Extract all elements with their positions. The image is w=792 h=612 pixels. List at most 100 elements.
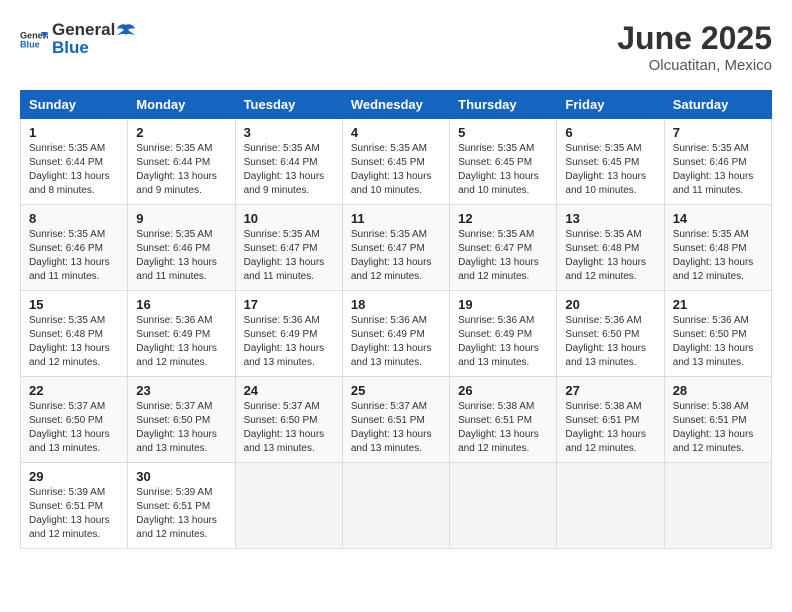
calendar-week-row: 29 Sunrise: 5:39 AMSunset: 6:51 PMDaylig… [21, 463, 772, 549]
logo-text-general: General [52, 20, 115, 40]
day-number: 17 [244, 297, 334, 312]
day-number: 20 [565, 297, 655, 312]
calendar-day-cell: 15 Sunrise: 5:35 AMSunset: 6:48 PMDaylig… [21, 291, 128, 377]
day-number: 22 [29, 383, 119, 398]
logo-bird-icon [117, 23, 135, 37]
day-info: Sunrise: 5:37 AMSunset: 6:51 PMDaylight:… [351, 400, 441, 456]
day-info: Sunrise: 5:35 AMSunset: 6:46 PMDaylight:… [29, 228, 119, 284]
calendar-day-cell: 2 Sunrise: 5:35 AMSunset: 6:44 PMDayligh… [128, 119, 235, 205]
calendar-day-cell: 10 Sunrise: 5:35 AMSunset: 6:47 PMDaylig… [235, 205, 342, 291]
day-number: 7 [673, 125, 763, 140]
calendar-week-row: 15 Sunrise: 5:35 AMSunset: 6:48 PMDaylig… [21, 291, 772, 377]
day-number: 23 [136, 383, 226, 398]
col-sunday: Sunday [21, 91, 128, 119]
day-number: 14 [673, 211, 763, 226]
day-info: Sunrise: 5:35 AMSunset: 6:45 PMDaylight:… [351, 142, 441, 198]
calendar-day-cell: 12 Sunrise: 5:35 AMSunset: 6:47 PMDaylig… [450, 205, 557, 291]
calendar-day-cell: 17 Sunrise: 5:36 AMSunset: 6:49 PMDaylig… [235, 291, 342, 377]
svg-text:Blue: Blue [20, 39, 40, 49]
day-number: 29 [29, 469, 119, 484]
day-number: 25 [351, 383, 441, 398]
day-info: Sunrise: 5:37 AMSunset: 6:50 PMDaylight:… [29, 400, 119, 456]
calendar-day-cell: 30 Sunrise: 5:39 AMSunset: 6:51 PMDaylig… [128, 463, 235, 549]
day-info: Sunrise: 5:37 AMSunset: 6:50 PMDaylight:… [244, 400, 334, 456]
empty-cell [450, 463, 557, 549]
day-info: Sunrise: 5:35 AMSunset: 6:44 PMDaylight:… [244, 142, 334, 198]
day-number: 8 [29, 211, 119, 226]
col-monday: Monday [128, 91, 235, 119]
day-number: 24 [244, 383, 334, 398]
day-number: 19 [458, 297, 548, 312]
day-info: Sunrise: 5:35 AMSunset: 6:46 PMDaylight:… [673, 142, 763, 198]
calendar-day-cell: 9 Sunrise: 5:35 AMSunset: 6:46 PMDayligh… [128, 205, 235, 291]
day-number: 30 [136, 469, 226, 484]
logo-icon: General Blue [20, 28, 48, 50]
day-number: 4 [351, 125, 441, 140]
day-number: 13 [565, 211, 655, 226]
logo: General Blue General Blue [20, 20, 135, 58]
day-info: Sunrise: 5:35 AMSunset: 6:48 PMDaylight:… [565, 228, 655, 284]
day-info: Sunrise: 5:35 AMSunset: 6:47 PMDaylight:… [244, 228, 334, 284]
day-number: 15 [29, 297, 119, 312]
calendar-day-cell: 25 Sunrise: 5:37 AMSunset: 6:51 PMDaylig… [342, 377, 449, 463]
day-info: Sunrise: 5:35 AMSunset: 6:45 PMDaylight:… [565, 142, 655, 198]
calendar-day-cell: 11 Sunrise: 5:35 AMSunset: 6:47 PMDaylig… [342, 205, 449, 291]
day-info: Sunrise: 5:38 AMSunset: 6:51 PMDaylight:… [673, 400, 763, 456]
calendar-day-cell: 28 Sunrise: 5:38 AMSunset: 6:51 PMDaylig… [664, 377, 771, 463]
calendar-day-cell: 5 Sunrise: 5:35 AMSunset: 6:45 PMDayligh… [450, 119, 557, 205]
day-info: Sunrise: 5:39 AMSunset: 6:51 PMDaylight:… [136, 486, 226, 542]
calendar-day-cell: 26 Sunrise: 5:38 AMSunset: 6:51 PMDaylig… [450, 377, 557, 463]
empty-cell [664, 463, 771, 549]
day-info: Sunrise: 5:37 AMSunset: 6:50 PMDaylight:… [136, 400, 226, 456]
day-number: 11 [351, 211, 441, 226]
day-info: Sunrise: 5:35 AMSunset: 6:44 PMDaylight:… [29, 142, 119, 198]
month-title: June 2025 [617, 20, 772, 57]
calendar-day-cell: 29 Sunrise: 5:39 AMSunset: 6:51 PMDaylig… [21, 463, 128, 549]
day-number: 16 [136, 297, 226, 312]
calendar-day-cell: 14 Sunrise: 5:35 AMSunset: 6:48 PMDaylig… [664, 205, 771, 291]
calendar-week-row: 1 Sunrise: 5:35 AMSunset: 6:44 PMDayligh… [21, 119, 772, 205]
title-area: June 2025 Olcuatitan, Mexico [617, 20, 772, 74]
calendar-week-row: 8 Sunrise: 5:35 AMSunset: 6:46 PMDayligh… [21, 205, 772, 291]
calendar-day-cell: 4 Sunrise: 5:35 AMSunset: 6:45 PMDayligh… [342, 119, 449, 205]
col-friday: Friday [557, 91, 664, 119]
col-saturday: Saturday [664, 91, 771, 119]
day-number: 26 [458, 383, 548, 398]
calendar-header-row: Sunday Monday Tuesday Wednesday Thursday… [21, 91, 772, 119]
day-number: 1 [29, 125, 119, 140]
day-info: Sunrise: 5:35 AMSunset: 6:48 PMDaylight:… [673, 228, 763, 284]
calendar-day-cell: 19 Sunrise: 5:36 AMSunset: 6:49 PMDaylig… [450, 291, 557, 377]
calendar-day-cell: 24 Sunrise: 5:37 AMSunset: 6:50 PMDaylig… [235, 377, 342, 463]
day-info: Sunrise: 5:36 AMSunset: 6:49 PMDaylight:… [351, 314, 441, 370]
empty-cell [342, 463, 449, 549]
day-info: Sunrise: 5:36 AMSunset: 6:50 PMDaylight:… [673, 314, 763, 370]
day-info: Sunrise: 5:38 AMSunset: 6:51 PMDaylight:… [565, 400, 655, 456]
day-number: 28 [673, 383, 763, 398]
calendar-day-cell: 27 Sunrise: 5:38 AMSunset: 6:51 PMDaylig… [557, 377, 664, 463]
day-info: Sunrise: 5:38 AMSunset: 6:51 PMDaylight:… [458, 400, 548, 456]
col-thursday: Thursday [450, 91, 557, 119]
day-number: 5 [458, 125, 548, 140]
day-info: Sunrise: 5:35 AMSunset: 6:47 PMDaylight:… [458, 228, 548, 284]
day-number: 3 [244, 125, 334, 140]
day-info: Sunrise: 5:35 AMSunset: 6:44 PMDaylight:… [136, 142, 226, 198]
day-number: 6 [565, 125, 655, 140]
calendar-day-cell: 1 Sunrise: 5:35 AMSunset: 6:44 PMDayligh… [21, 119, 128, 205]
col-wednesday: Wednesday [342, 91, 449, 119]
calendar-week-row: 22 Sunrise: 5:37 AMSunset: 6:50 PMDaylig… [21, 377, 772, 463]
calendar-day-cell: 6 Sunrise: 5:35 AMSunset: 6:45 PMDayligh… [557, 119, 664, 205]
calendar-day-cell: 20 Sunrise: 5:36 AMSunset: 6:50 PMDaylig… [557, 291, 664, 377]
day-number: 10 [244, 211, 334, 226]
day-number: 18 [351, 297, 441, 312]
day-info: Sunrise: 5:39 AMSunset: 6:51 PMDaylight:… [29, 486, 119, 542]
day-number: 27 [565, 383, 655, 398]
calendar-day-cell: 23 Sunrise: 5:37 AMSunset: 6:50 PMDaylig… [128, 377, 235, 463]
logo-text-blue: Blue [52, 38, 135, 58]
page-header: General Blue General Blue June 2025 Olcu… [20, 20, 772, 74]
location-subtitle: Olcuatitan, Mexico [617, 57, 772, 74]
day-info: Sunrise: 5:36 AMSunset: 6:49 PMDaylight:… [136, 314, 226, 370]
empty-cell [235, 463, 342, 549]
day-info: Sunrise: 5:36 AMSunset: 6:49 PMDaylight:… [458, 314, 548, 370]
calendar-body: 1 Sunrise: 5:35 AMSunset: 6:44 PMDayligh… [21, 119, 772, 549]
day-number: 2 [136, 125, 226, 140]
